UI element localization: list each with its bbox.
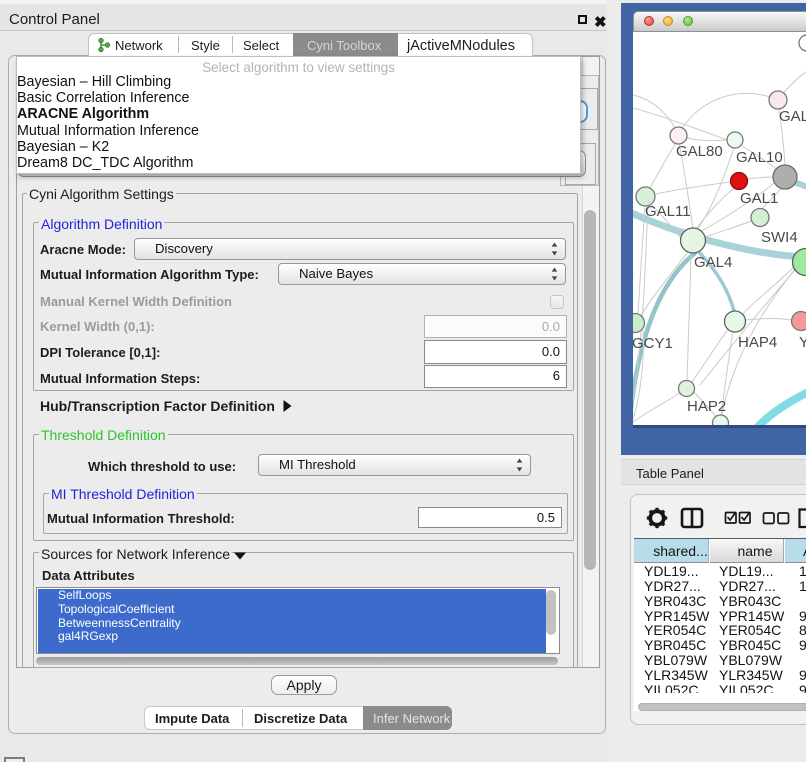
svg-text:GAL1: GAL1 bbox=[740, 190, 778, 207]
svg-text:HAP4: HAP4 bbox=[738, 334, 777, 351]
svg-text:GAL80: GAL80 bbox=[676, 143, 723, 160]
svg-text:GAL2: GAL2 bbox=[779, 108, 806, 125]
svg-text:GAL10: GAL10 bbox=[736, 149, 783, 166]
svg-text:GAL4: GAL4 bbox=[694, 254, 732, 271]
svg-text:GAL11: GAL11 bbox=[645, 203, 691, 220]
svg-text:SWI4: SWI4 bbox=[761, 229, 798, 246]
svg-text:HAP2: HAP2 bbox=[687, 398, 726, 415]
svg-text:Y: Y bbox=[799, 334, 806, 351]
svg-text:GCY1: GCY1 bbox=[633, 335, 673, 352]
